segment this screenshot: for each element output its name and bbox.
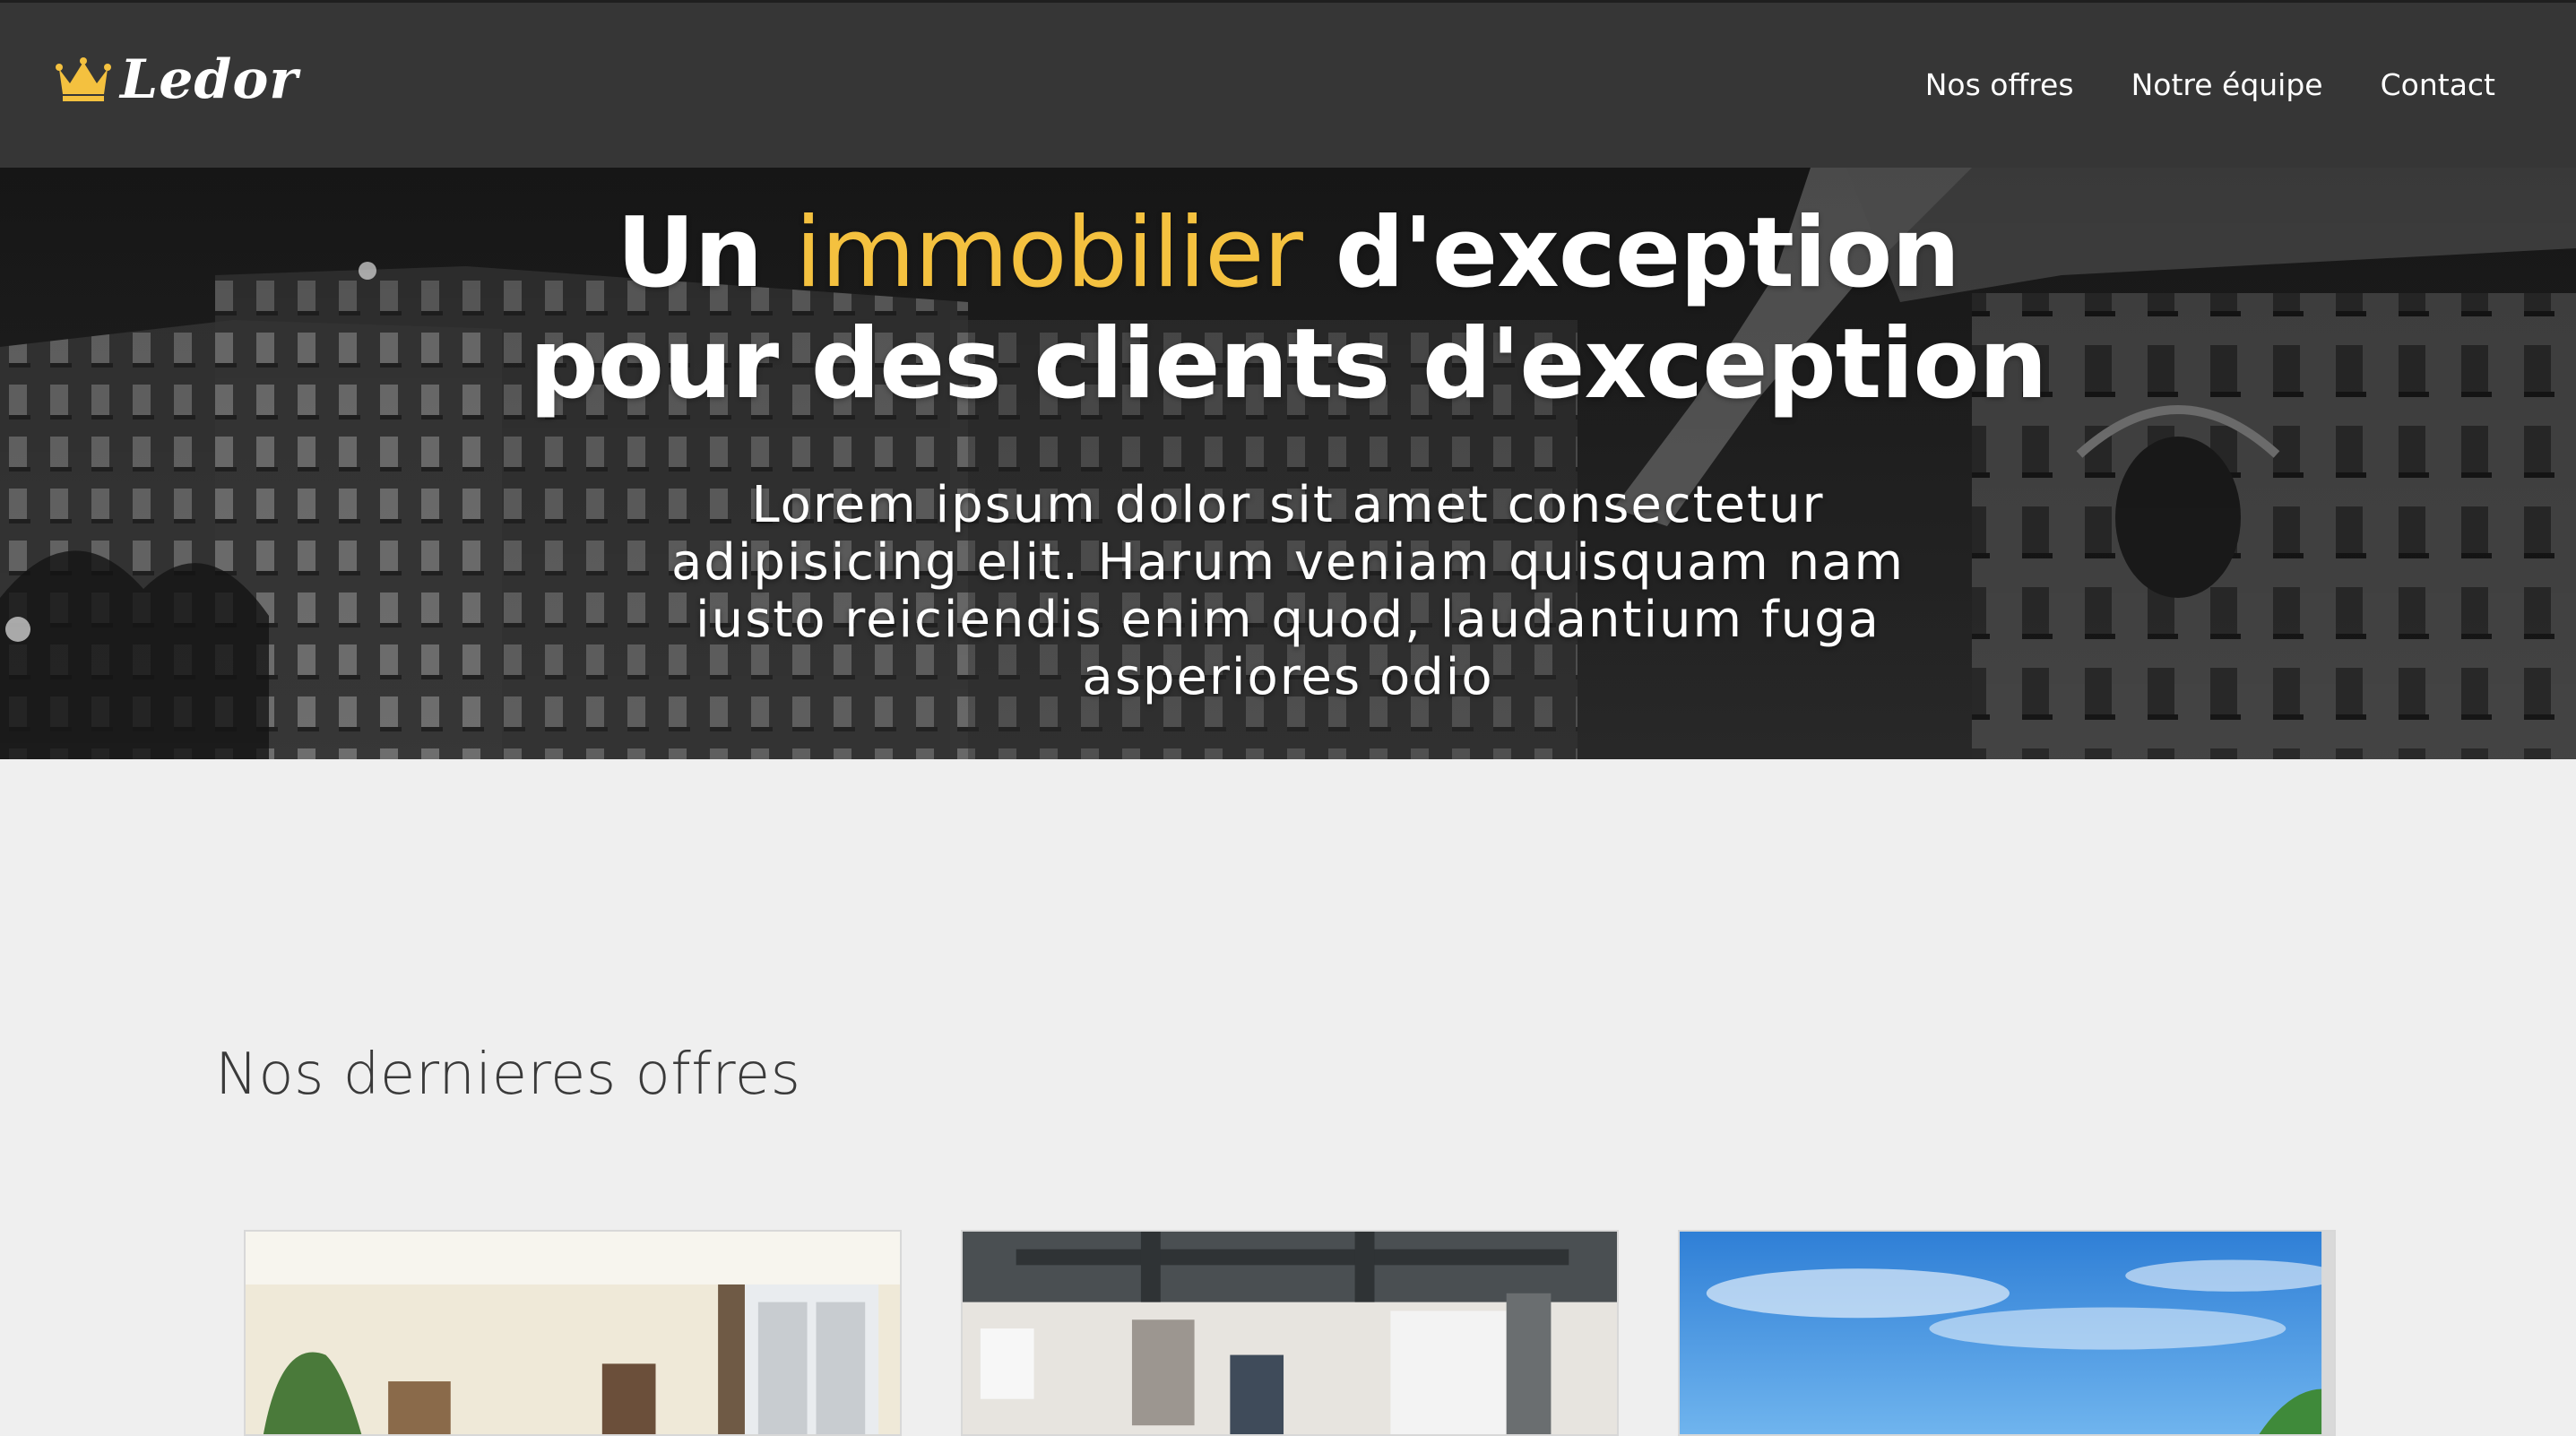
- paris-sky-photo: [1680, 1232, 2334, 1434]
- hero-title-line2: pour des clients d'exception: [529, 308, 2048, 420]
- living-room-photo: [246, 1232, 900, 1434]
- offers-section-title: Nos dernieres offres: [215, 1042, 801, 1108]
- nav-item-nos-offres[interactable]: Nos offres: [1925, 58, 2074, 112]
- offer-card-2[interactable]: [961, 1230, 1619, 1436]
- nav-item-notre-equipe[interactable]: Notre équipe: [2131, 58, 2323, 112]
- brand-name: Ledor: [120, 48, 298, 111]
- hero-title: Un immobilier d'exception pour des clien…: [0, 198, 2576, 420]
- hero-title-word-exception: d'exception: [1335, 197, 1961, 309]
- offer-card-1[interactable]: [244, 1230, 902, 1436]
- main-nav: Nos offres Notre équipe Contact: [1925, 58, 2495, 112]
- nav-item-contact[interactable]: Contact: [2381, 58, 2495, 112]
- navbar: Ledor Nos offres Notre équipe Contact: [0, 0, 2576, 168]
- hero-title-accent: immobilier: [795, 197, 1303, 309]
- hero-section: Un immobilier d'exception pour des clien…: [0, 168, 2576, 759]
- brand-logo[interactable]: Ledor: [56, 53, 298, 107]
- crown-icon: [56, 57, 111, 101]
- hero-subtitle: Lorem ipsum dolor sit amet consectetur a…: [670, 476, 1906, 706]
- offer-card-3[interactable]: [1678, 1230, 2336, 1436]
- loft-interior-photo: [963, 1232, 1617, 1434]
- hero-title-word-un: Un: [616, 197, 764, 309]
